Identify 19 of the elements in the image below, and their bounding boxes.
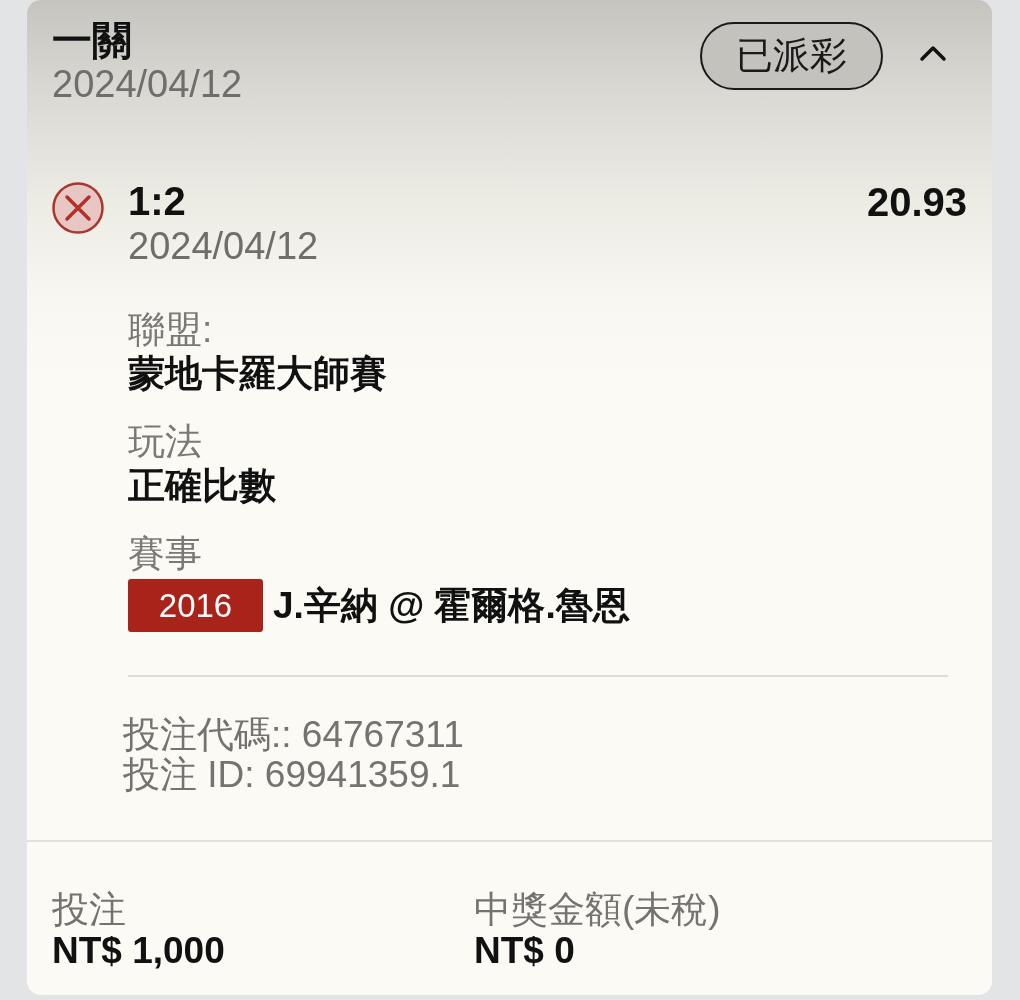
detail-label: 賽事 bbox=[128, 533, 202, 575]
summary-value: NT$ 0 bbox=[474, 930, 575, 972]
odds-value: 20.93 bbox=[866, 180, 967, 224]
bet-code-text: 投注代碼:: 64767311 bbox=[123, 715, 464, 755]
detail-value: 正確比數 bbox=[128, 464, 276, 508]
bet-code-text: 投注 ID: 69941359.1 bbox=[123, 755, 461, 795]
bet-date: 2024/04/12 bbox=[52, 62, 243, 106]
detail-label: 玩法 bbox=[128, 421, 202, 463]
selection-pick: 1:2 bbox=[128, 180, 186, 222]
summary-label: 投注 bbox=[52, 890, 126, 930]
event-code-badge: 2016 bbox=[128, 579, 263, 632]
bet-title: 一關 bbox=[52, 18, 132, 62]
detail-value: 蒙地卡羅大師賽 bbox=[128, 352, 387, 396]
selection-date: 2024/04/12 bbox=[128, 224, 319, 268]
summary-value: NT$ 1,000 bbox=[52, 930, 225, 972]
detail-label: 聯盟: bbox=[128, 309, 213, 351]
status-badge: 已派彩 bbox=[700, 22, 883, 90]
event-teams: J.辛納 @ 霍爾格.魯恩 bbox=[273, 583, 630, 628]
summary-label: 中獎金額(未稅) bbox=[474, 890, 721, 930]
